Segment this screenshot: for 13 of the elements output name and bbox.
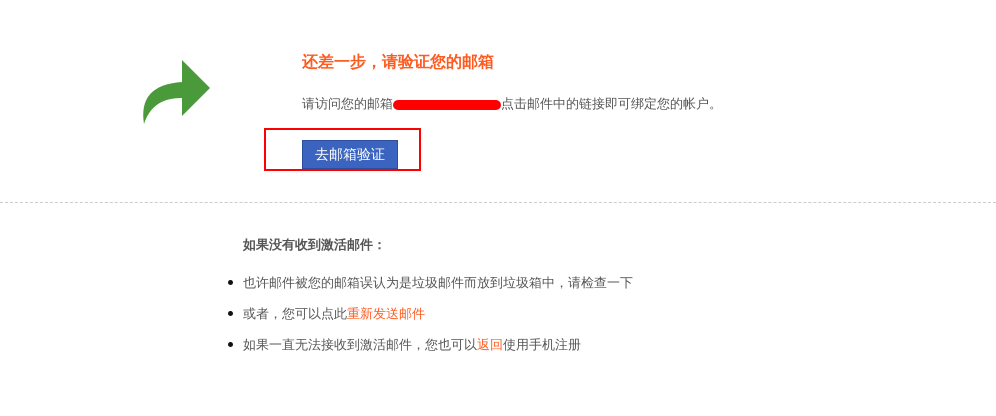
tip-text: 也许邮件被您的邮箱误认为是垃圾邮件而放到垃圾箱中，请检查一下 xyxy=(243,274,633,292)
page-title: 还差一步，请验证您的邮箱 xyxy=(302,52,495,72)
link[interactable]: 返回 xyxy=(477,338,503,352)
instruction-text: 点击邮件中的链接即可绑定您的帐户。 xyxy=(501,96,722,114)
tip-text: 如果一直无法接收到激活邮件，您也可以返回使用手机注册 xyxy=(243,336,581,354)
link[interactable]: 重新发送邮件 xyxy=(347,306,425,322)
bullet-icon xyxy=(228,280,233,285)
instruction-text: 请访问您的邮箱 xyxy=(302,96,393,114)
bullet-icon xyxy=(228,311,233,316)
verify-email-button[interactable]: 去邮箱验证 xyxy=(302,140,398,169)
tip-text: 或者，您可以点此重新发送邮件 xyxy=(243,306,425,322)
help-heading: 如果没有收到激活邮件： xyxy=(243,237,387,255)
bullet-icon xyxy=(228,342,233,347)
